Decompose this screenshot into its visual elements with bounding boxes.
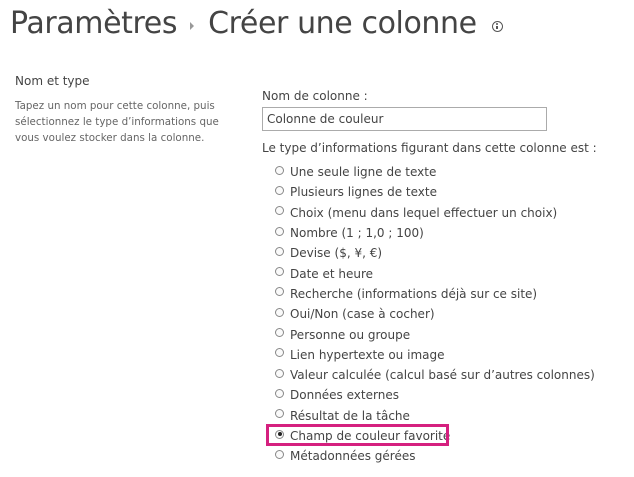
radio-checked-icon[interactable] xyxy=(275,429,284,439)
radio-option-label: Date et heure xyxy=(290,266,374,281)
radio-unchecked-icon[interactable] xyxy=(275,246,284,256)
radio-unchecked-icon[interactable] xyxy=(275,307,284,317)
radio-option-label: Résultat de la tâche xyxy=(290,408,410,423)
radio-option-label: Plusieurs lignes de texte xyxy=(290,185,437,200)
radio-unchecked-icon[interactable] xyxy=(275,328,284,338)
radio-option-favorite-color-field[interactable]: Champ de couleur favorite xyxy=(266,423,622,447)
radio-option-hyperlink-image[interactable]: Lien hypertexte ou image xyxy=(275,345,622,365)
breadcrumb-settings-link[interactable]: Paramètres xyxy=(10,0,177,48)
radio-option-task-outcome[interactable]: Résultat de la tâche xyxy=(275,406,622,426)
radio-option-label: Choix (menu dans lequel effectuer un cho… xyxy=(290,205,558,220)
radio-option-label: Lien hypertexte ou image xyxy=(290,347,445,362)
radio-unchecked-icon[interactable] xyxy=(275,226,284,236)
radio-option-label: Nombre (1 ; 1,0 ; 100) xyxy=(290,226,424,241)
radio-unchecked-icon[interactable] xyxy=(275,287,284,297)
page-header: Paramètres Créer une colonne xyxy=(10,0,503,48)
radio-option-number[interactable]: Nombre (1 ; 1,0 ; 100) xyxy=(275,223,622,243)
radio-option-lookup[interactable]: Recherche (informations déjà sur ce site… xyxy=(275,284,622,304)
column-name-input[interactable] xyxy=(262,107,547,131)
column-form: Nom de colonne : Le type d’informations … xyxy=(262,87,622,466)
radio-option-currency[interactable]: Devise ($, ¥, €) xyxy=(275,243,622,263)
radio-unchecked-icon[interactable] xyxy=(275,409,284,419)
section-description: Tapez un nom pour cette colonne, puis sé… xyxy=(15,100,219,144)
column-name-label: Nom de colonne : xyxy=(262,89,368,103)
radio-option-label: Champ de couleur favorite xyxy=(290,429,451,443)
info-icon[interactable] xyxy=(491,20,503,32)
radio-unchecked-icon[interactable] xyxy=(275,206,284,216)
radio-option-date-time[interactable]: Date et heure xyxy=(275,263,622,283)
radio-unchecked-icon[interactable] xyxy=(275,368,284,378)
radio-option-single-line-text[interactable]: Une seule ligne de texte xyxy=(275,162,622,182)
radio-unchecked-icon[interactable] xyxy=(275,449,284,459)
chevron-right-icon xyxy=(190,22,195,30)
radio-option-managed-metadata[interactable]: Métadonnées gérées xyxy=(275,446,622,466)
name-and-type-section-description: Nom et type Tapez un nom pour cette colo… xyxy=(15,73,240,146)
radio-option-label: Oui/Non (case à cocher) xyxy=(290,307,435,322)
radio-option-label: Une seule ligne de texte xyxy=(290,165,437,180)
radio-unchecked-icon[interactable] xyxy=(275,388,284,398)
column-type-label: Le type d’informations figurant dans cet… xyxy=(262,141,597,155)
radio-option-label: Devise ($, ¥, €) xyxy=(290,246,383,261)
radio-option-yes-no[interactable]: Oui/Non (case à cocher) xyxy=(275,304,622,324)
radio-unchecked-icon[interactable] xyxy=(275,165,284,175)
radio-option-label: Valeur calculée (calcul basé sur d’autre… xyxy=(290,368,595,383)
radio-option-label: Personne ou groupe xyxy=(290,327,411,342)
radio-option-label: Recherche (informations déjà sur ce site… xyxy=(290,286,538,301)
radio-option-label: Métadonnées gérées xyxy=(290,449,416,464)
radio-option-choice[interactable]: Choix (menu dans lequel effectuer un cho… xyxy=(275,203,622,223)
radio-unchecked-icon[interactable] xyxy=(275,348,284,358)
column-type-radio-group: Une seule ligne de texte Plusieurs lignes… xyxy=(266,162,622,466)
radio-option-person-group[interactable]: Personne ou groupe xyxy=(275,324,622,344)
radio-option-label: Données externes xyxy=(290,388,399,403)
radio-option-external-data[interactable]: Données externes xyxy=(275,385,622,405)
section-title: Nom et type xyxy=(15,74,90,88)
radio-unchecked-icon[interactable] xyxy=(275,185,284,195)
radio-unchecked-icon[interactable] xyxy=(275,267,284,277)
radio-option-multi-line-text[interactable]: Plusieurs lignes de texte xyxy=(275,182,622,202)
page-title: Créer une colonne xyxy=(208,6,477,41)
radio-option-calculated[interactable]: Valeur calculée (calcul basé sur d’autre… xyxy=(275,365,622,385)
